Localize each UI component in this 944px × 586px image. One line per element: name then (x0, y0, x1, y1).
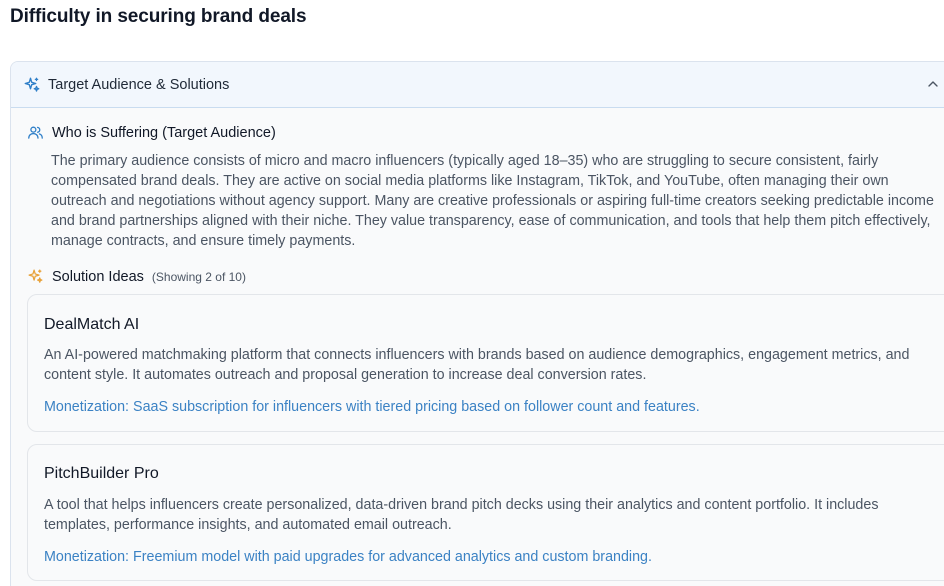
sparkles-icon (23, 76, 41, 94)
monetization-text: Freemium model with paid upgrades for ad… (133, 549, 652, 565)
audience-description: The primary audience consists of micro a… (51, 153, 934, 249)
solution-monetization: Monetization: Freemium model with paid u… (44, 549, 652, 565)
monetization-label: Monetization: (44, 549, 130, 565)
solution-title: DealMatch AI (44, 316, 140, 333)
solution-card[interactable]: PitchBuilder Pro A tool that helps influ… (27, 444, 944, 581)
panel-header[interactable]: Target Audience & Solutions (11, 62, 944, 108)
users-icon (27, 124, 44, 141)
panel-title: Target Audience & Solutions (48, 76, 230, 93)
solution-title: PitchBuilder Pro (44, 465, 159, 482)
monetization-label: Monetization: (44, 399, 130, 415)
page-title: Difficulty in securing brand deals (10, 6, 307, 27)
solutions-heading: Solution Ideas (Showing 2 of 10) (27, 268, 246, 285)
audience-title: Who is Suffering (Target Audience) (52, 124, 276, 141)
monetization-text: SaaS subscription for influencers with t… (133, 399, 700, 415)
solution-monetization: Monetization: SaaS subscription for infl… (44, 399, 700, 415)
solution-description: An AI-powered matchmaking platform that … (44, 347, 910, 383)
sparkles-icon (27, 268, 44, 285)
audience-heading: Who is Suffering (Target Audience) (27, 124, 276, 141)
solutions-count: (Showing 2 of 10) (151, 269, 246, 284)
solution-card[interactable]: DealMatch AI An AI-powered matchmaking p… (27, 294, 944, 432)
solution-description: A tool that helps influencers create per… (44, 497, 879, 533)
solutions-title: Solution Ideas (52, 268, 144, 285)
chevron-up-icon[interactable] (926, 77, 940, 91)
